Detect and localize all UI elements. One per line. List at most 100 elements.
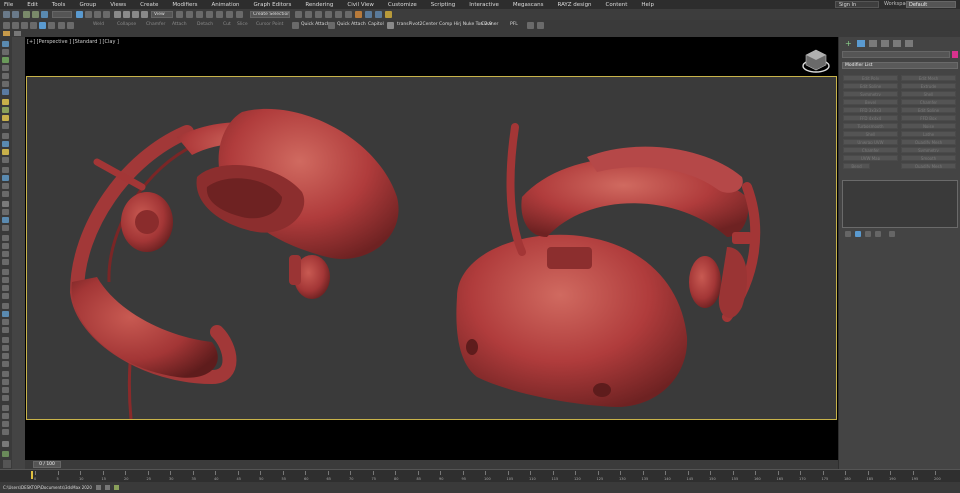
tool-icon[interactable] (2, 269, 9, 275)
modifier-button[interactable]: Noise (901, 123, 956, 129)
align-icon[interactable] (305, 11, 312, 18)
tool-icon[interactable] (2, 167, 9, 173)
mirror-icon[interactable] (295, 11, 302, 18)
menu-item[interactable]: Civil View (340, 2, 380, 8)
tool-icon[interactable] (2, 353, 9, 359)
tool-icon[interactable] (2, 311, 9, 317)
rotate-icon[interactable] (123, 11, 130, 18)
slice-button[interactable]: Slice (237, 22, 248, 27)
create-tab-icon[interactable]: + (845, 40, 853, 48)
tool-icon[interactable] (2, 149, 9, 155)
keyboard-shortcut-icon[interactable] (196, 11, 203, 18)
quick-attach-button[interactable]: Quick Attach (301, 22, 330, 27)
quick-attach-2-icon[interactable] (328, 22, 335, 29)
modifier-button[interactable]: FFD 3x3x3 (843, 107, 898, 113)
modifier-stack[interactable] (842, 180, 958, 228)
menu-item[interactable]: Rendering (298, 2, 340, 8)
menu-item[interactable]: Edit (20, 2, 45, 8)
layer-explorer-icon[interactable] (315, 11, 322, 18)
render-setup-icon[interactable] (365, 11, 372, 18)
tool-icon[interactable] (2, 65, 9, 71)
tool-icon[interactable] (2, 429, 9, 435)
modifier-button[interactable]: UVW Map (843, 155, 898, 161)
named-selection-set-dropdown[interactable]: Create Selection Se (250, 10, 290, 18)
tool-icon[interactable] (2, 81, 9, 87)
tool-icon[interactable] (2, 243, 9, 249)
modifier-button[interactable]: Bevel (843, 99, 898, 105)
menu-item[interactable]: RAYZ design (550, 2, 598, 8)
render-production-icon[interactable] (385, 11, 392, 18)
tool-icon[interactable] (2, 337, 9, 343)
tool-icon[interactable] (2, 217, 9, 223)
schematic-view-icon[interactable] (345, 11, 352, 18)
tool-icon[interactable] (2, 73, 9, 79)
menu-item[interactable]: File (0, 2, 20, 8)
tool-icon[interactable] (2, 379, 9, 385)
snaps-toggle-icon[interactable] (206, 11, 213, 18)
tool-icon[interactable] (2, 201, 9, 207)
menu-item[interactable]: Graph Editors (247, 2, 299, 8)
selection-filter-dropdown[interactable] (52, 10, 72, 18)
tool-icon[interactable] (2, 327, 9, 333)
menu-item[interactable]: Interactive (462, 2, 506, 8)
modifier-button[interactable]: Quadify Mesh (901, 139, 956, 145)
modifier-button[interactable]: Shell (843, 131, 898, 137)
modifier-button[interactable]: Symmetry (901, 147, 956, 153)
tool-icon[interactable] (2, 441, 9, 447)
move-icon[interactable] (114, 11, 121, 18)
menu-item[interactable]: Animation (205, 2, 247, 8)
modifier-button[interactable]: Edit Spline (843, 83, 898, 89)
vertex-icon[interactable] (12, 22, 19, 29)
quick-attach-2-button[interactable]: Quick Attach (337, 22, 366, 27)
tool-icon[interactable] (537, 22, 544, 29)
status-icon[interactable] (105, 485, 110, 490)
remove-modifier-icon[interactable] (875, 231, 881, 237)
window-crossing-icon[interactable] (103, 11, 110, 18)
polygon-icon[interactable] (39, 22, 46, 29)
tool-icon[interactable] (2, 259, 9, 265)
utilities-tab-icon[interactable] (905, 40, 913, 47)
tool-icon[interactable] (2, 123, 9, 129)
menu-item[interactable]: Megascans (506, 2, 551, 8)
tool-icon[interactable] (2, 99, 9, 105)
time-slider-label[interactable]: 0 / 100 (33, 461, 61, 468)
bevel-tool-icon[interactable] (67, 22, 74, 29)
folder-icon[interactable] (3, 31, 10, 36)
object-color-swatch[interactable] (952, 51, 958, 58)
modifier-button[interactable]: Smooth (901, 155, 956, 161)
scale-icon[interactable] (132, 11, 139, 18)
element-icon[interactable] (48, 22, 55, 29)
modifier-button[interactable]: FFD 4x4x4 (843, 115, 898, 121)
show-end-result-icon[interactable] (855, 231, 861, 237)
tool-icon[interactable] (527, 22, 534, 29)
tool-icon[interactable] (2, 235, 9, 241)
left-headset-model[interactable] (69, 108, 399, 420)
menu-item[interactable]: Views (103, 2, 133, 8)
tool-icon[interactable] (2, 277, 9, 283)
modifier-button[interactable]: Chamfer (843, 147, 898, 153)
tool-icon[interactable] (2, 451, 9, 457)
undo-icon[interactable] (3, 11, 10, 18)
tool-icon[interactable] (2, 115, 9, 121)
tool-icon[interactable] (2, 141, 9, 147)
chamfer-button[interactable]: Chamfer (146, 22, 165, 27)
tool-icon[interactable] (2, 319, 9, 325)
menu-item[interactable]: Tools (45, 2, 73, 8)
display-tab-icon[interactable] (893, 40, 901, 47)
object-name-field[interactable] (842, 51, 950, 58)
collapse-button[interactable]: Collapse (117, 22, 136, 27)
tool-icon[interactable] (2, 371, 9, 377)
script-button[interactable]: transPivot2Center Comp Hirj Nuke Ton 2.9 (397, 22, 492, 27)
rendered-frame-window-icon[interactable] (375, 11, 382, 18)
tool-icon[interactable] (2, 49, 9, 55)
tool-icon[interactable] (2, 209, 9, 215)
edge-icon[interactable] (21, 22, 28, 29)
weld-button[interactable]: Weld (93, 22, 104, 27)
material-editor-icon[interactable] (355, 11, 362, 18)
link-icon[interactable] (23, 11, 30, 18)
viewport-safe-frame[interactable] (26, 76, 837, 420)
angle-snap-icon[interactable] (216, 11, 223, 18)
tool-icon[interactable] (2, 107, 9, 113)
cleaner-button[interactable]: Cleaner (481, 22, 498, 27)
modifier-button[interactable]: Turbosmooth (843, 123, 898, 129)
